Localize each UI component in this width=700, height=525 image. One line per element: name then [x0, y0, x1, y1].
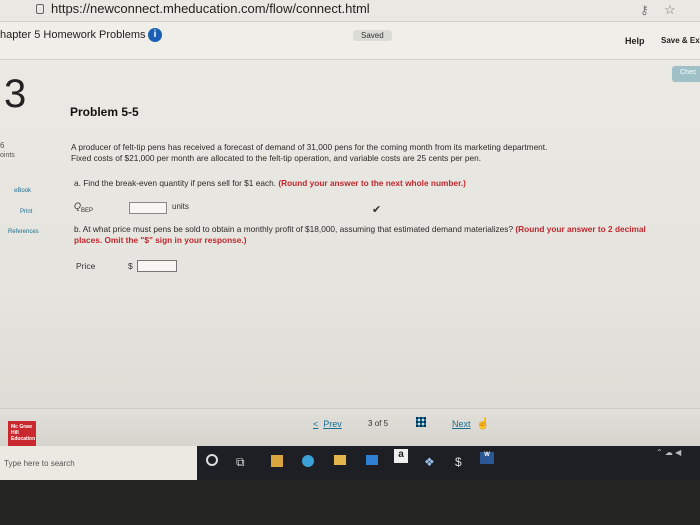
star-icon[interactable]: ☆: [664, 2, 676, 18]
saved-status-badge: Saved: [353, 30, 392, 41]
info-icon[interactable]: i: [148, 28, 162, 42]
question-score: 6: [0, 141, 5, 150]
url-text[interactable]: https://newconnect.mheducation.com/flow/…: [51, 1, 370, 16]
folder-icon[interactable]: [334, 455, 346, 465]
assignment-header: hapter 5 Homework Problems i Saved Help …: [0, 22, 700, 60]
taskbar-search-input[interactable]: Type here to search: [0, 446, 197, 480]
units-label: units: [172, 202, 189, 211]
key-icon[interactable]: ⚷: [640, 3, 649, 17]
monitor-bezel: [0, 480, 700, 525]
store-icon[interactable]: [271, 455, 283, 467]
part-b-text: b. At what price must pens be sold to ob…: [74, 224, 516, 234]
mail-icon[interactable]: [366, 455, 378, 465]
price-label: Price: [76, 261, 96, 271]
word-icon[interactable]: W: [480, 452, 494, 464]
chevron-left-icon: <: [313, 419, 319, 429]
print-link[interactable]: Print: [20, 209, 32, 215]
lock-icon: [36, 4, 44, 14]
question-number: 3: [4, 72, 27, 116]
part-a-text: a. Find the break-even quantity if pens …: [74, 178, 279, 188]
page-indicator[interactable]: 3 of 5: [368, 419, 388, 428]
prev-label: Prev: [323, 419, 342, 429]
question-navigation: Mc Graw Hill Education < Prev 3 of 5 Next…: [0, 408, 700, 449]
help-button[interactable]: Help: [625, 36, 645, 46]
next-button[interactable]: Next: [452, 419, 471, 429]
cursor-icon: ☝: [476, 418, 490, 430]
qbep-label: QBEP: [74, 201, 94, 214]
amazon-icon[interactable]: a: [394, 449, 408, 463]
check-my-work-button[interactable]: Chec: [672, 66, 700, 82]
system-tray-icons[interactable]: ⌃ ☁ ◀: [656, 448, 681, 457]
save-exit-button[interactable]: Save & Ex: [661, 36, 700, 45]
references-link[interactable]: References: [8, 229, 39, 235]
problem-stem: A producer of felt-tip pens has received…: [71, 142, 671, 164]
price-input[interactable]: [137, 260, 177, 272]
check-icon: ✔: [372, 204, 382, 216]
cortana-icon[interactable]: [206, 454, 218, 466]
score-label: oints: [0, 152, 15, 159]
problem-title: Problem 5-5: [70, 105, 139, 119]
assignment-title: hapter 5 Homework Problems: [0, 29, 146, 41]
screen: https://newconnect.mheducation.com/flow/…: [0, 0, 700, 480]
mcgraw-hill-logo: Mc Graw Hill Education: [8, 421, 36, 449]
prev-button[interactable]: < Prev: [313, 419, 342, 429]
stem-line-1: A producer of felt-tip pens has received…: [71, 142, 548, 152]
part-a-instruction: (Round your answer to the next whole num…: [278, 178, 466, 188]
part-b-question: b. At what price must pens be sold to ob…: [74, 224, 674, 246]
money-icon[interactable]: $: [455, 455, 462, 469]
windows-taskbar: Type here to search ⧉ a ❖ $ W ⌃ ☁ ◀: [0, 446, 700, 480]
qbep-input[interactable]: [129, 202, 167, 214]
ebook-link[interactable]: eBook: [14, 188, 31, 194]
browser-address-bar[interactable]: https://newconnect.mheducation.com/flow/…: [0, 0, 700, 22]
part-a-question: a. Find the break-even quantity if pens …: [74, 178, 466, 188]
taskview-icon[interactable]: ⧉: [236, 455, 245, 470]
grid-icon[interactable]: [416, 417, 426, 427]
edge-icon[interactable]: [302, 455, 314, 467]
dropbox-icon[interactable]: ❖: [424, 455, 435, 469]
stem-line-2: Fixed costs of $21,000 per month are all…: [71, 153, 482, 163]
dollar-sign: $: [128, 261, 133, 271]
